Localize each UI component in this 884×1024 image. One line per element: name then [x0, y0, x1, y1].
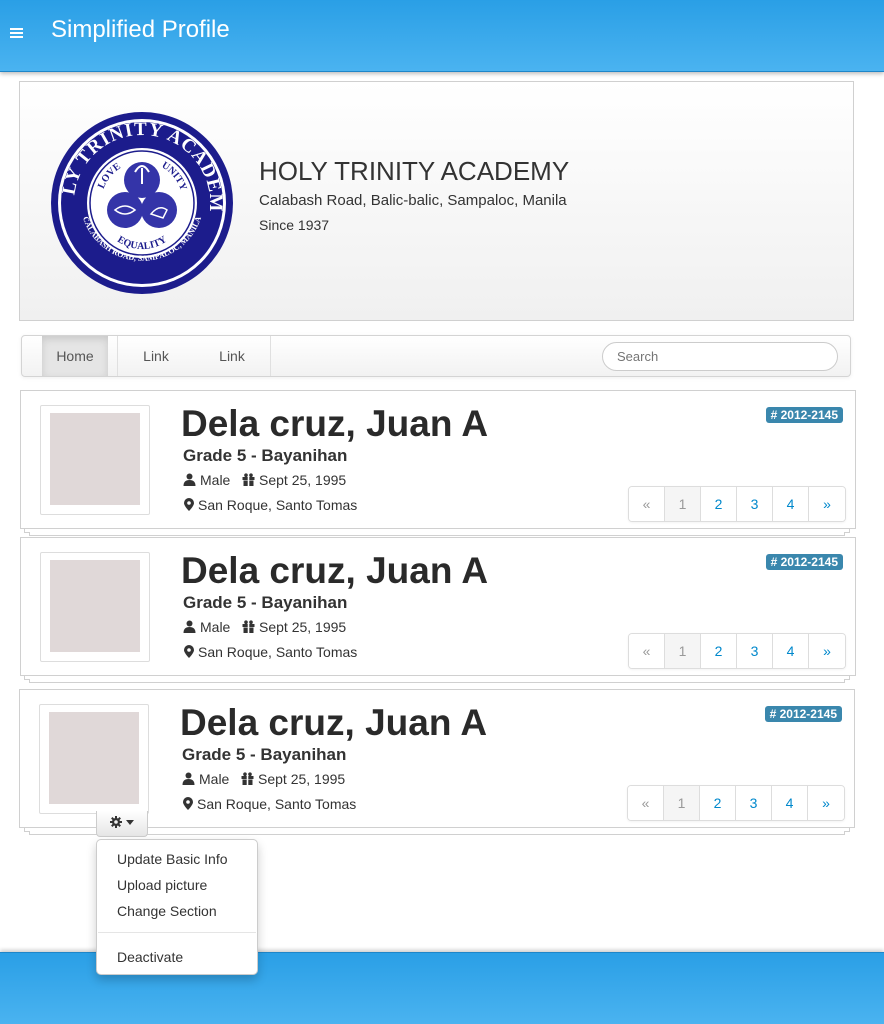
school-since: Since 1937	[259, 217, 330, 233]
birthdate-text: Sept 25, 1995	[259, 472, 347, 488]
gender-text: Male	[200, 619, 231, 635]
pagination-prev[interactable]: «	[629, 634, 665, 668]
map-marker-icon	[184, 645, 194, 658]
student-card: Dela cruz, Juan A Grade 5 - Bayanihan Ma…	[19, 689, 855, 828]
map-marker-icon	[183, 797, 193, 810]
user-icon	[183, 620, 196, 633]
gender-text: Male	[199, 771, 230, 787]
pagination-next[interactable]: »	[808, 786, 844, 820]
pagination-page[interactable]: 1	[665, 487, 701, 521]
pagination-page[interactable]: 4	[773, 487, 809, 521]
user-icon	[183, 473, 196, 486]
student-gender: Male	[182, 771, 229, 787]
address-text: San Roque, Santo Tomas	[198, 644, 358, 660]
student-address: San Roque, Santo Tomas	[184, 644, 357, 660]
pagination-page[interactable]: 1	[665, 634, 701, 668]
pagination: « 1 2 3 4 »	[628, 486, 846, 522]
pagination: « 1 2 3 4 »	[627, 785, 845, 821]
student-id-badge: # 2012-2145	[765, 407, 843, 423]
pagination-next[interactable]: »	[809, 634, 845, 668]
card-stack-edge	[29, 831, 845, 835]
student-photo-frame[interactable]	[40, 552, 150, 662]
school-header-panel: HOLY TRINITY ACADEMY CALABASH ROAD, SAMP…	[19, 81, 854, 321]
pagination-page[interactable]: 2	[700, 786, 736, 820]
gear-icon	[110, 816, 123, 828]
pagination-next[interactable]: »	[809, 487, 845, 521]
student-name: Dela cruz, Juan A	[181, 403, 489, 444]
pagination-page[interactable]: 4	[773, 634, 809, 668]
birthdate-text: Sept 25, 1995	[258, 771, 346, 787]
map-marker-icon	[184, 498, 194, 511]
student-address: San Roque, Santo Tomas	[184, 497, 357, 513]
menu-item-upload-picture[interactable]: Upload picture	[117, 877, 207, 893]
pagination-page[interactable]: 1	[664, 786, 700, 820]
student-grade: Grade 5 - Bayanihan	[182, 745, 347, 764]
gift-icon	[242, 620, 255, 633]
student-photo-frame[interactable]	[40, 405, 150, 515]
student-grade: Grade 5 - Bayanihan	[183, 446, 348, 465]
pagination-page[interactable]: 2	[701, 487, 737, 521]
menu-icon[interactable]	[10, 28, 23, 41]
school-logo: HOLY TRINITY ACADEMY CALABASH ROAD, SAMP…	[49, 110, 233, 294]
pagination-prev[interactable]: «	[629, 487, 665, 521]
student-photo	[50, 560, 140, 652]
search-input[interactable]	[602, 342, 838, 371]
address-text: San Roque, Santo Tomas	[197, 796, 357, 812]
user-icon	[182, 772, 195, 785]
school-address: Calabash Road, Balic-balic, Sampaloc, Ma…	[259, 192, 567, 209]
student-name: Dela cruz, Juan A	[180, 702, 488, 743]
nav-divider	[270, 336, 271, 376]
nav-item-link-2[interactable]: Link	[194, 336, 270, 376]
address-text: San Roque, Santo Tomas	[198, 497, 358, 513]
actions-dropdown-button[interactable]	[96, 811, 148, 837]
actions-dropdown-menu: Update Basic Info Upload picture Change …	[96, 839, 258, 975]
student-name: Dela cruz, Juan A	[181, 550, 489, 591]
app-title: Simplified Profile	[51, 16, 230, 43]
student-birthdate: Sept 25, 1995	[241, 771, 345, 787]
gender-text: Male	[200, 472, 231, 488]
student-id-badge: # 2012-2145	[765, 554, 843, 570]
student-photo	[49, 712, 139, 804]
student-gender: Male	[183, 472, 230, 488]
student-card: Dela cruz, Juan A Grade 5 - Bayanihan Ma…	[20, 537, 856, 676]
pagination-page[interactable]: 4	[772, 786, 808, 820]
card-stack-edge	[29, 532, 845, 536]
student-birthdate: Sept 25, 1995	[242, 472, 346, 488]
nav-item-home[interactable]: Home	[42, 336, 108, 376]
school-name: HOLY TRINITY ACADEMY	[259, 156, 570, 186]
student-address: San Roque, Santo Tomas	[183, 796, 356, 812]
pagination: « 1 2 3 4 »	[628, 633, 846, 669]
gift-icon	[241, 772, 254, 785]
pagination-page[interactable]: 3	[737, 634, 773, 668]
pagination-page[interactable]: 3	[737, 487, 773, 521]
pagination-page[interactable]: 3	[736, 786, 772, 820]
pagination-page[interactable]: 2	[701, 634, 737, 668]
pagination-prev[interactable]: «	[628, 786, 664, 820]
student-gender: Male	[183, 619, 230, 635]
card-stack-edge	[29, 679, 845, 683]
student-birthdate: Sept 25, 1995	[242, 619, 346, 635]
nav-item-link-1[interactable]: Link	[118, 336, 194, 376]
student-photo-frame[interactable]	[39, 704, 149, 814]
student-grade: Grade 5 - Bayanihan	[183, 593, 348, 612]
menu-item-update-basic-info[interactable]: Update Basic Info	[117, 851, 228, 867]
student-id-badge: # 2012-2145	[764, 706, 842, 722]
student-card: Dela cruz, Juan A Grade 5 - Bayanihan Ma…	[20, 390, 856, 529]
menu-item-deactivate[interactable]: Deactivate	[117, 949, 183, 965]
menu-item-change-section[interactable]: Change Section	[117, 903, 217, 919]
navbar: Home Link Link	[21, 335, 851, 377]
gift-icon	[242, 473, 255, 486]
birthdate-text: Sept 25, 1995	[259, 619, 347, 635]
app-header: Simplified Profile	[0, 0, 884, 72]
menu-divider	[98, 932, 256, 933]
caret-down-icon	[125, 820, 134, 825]
student-photo	[50, 413, 140, 505]
